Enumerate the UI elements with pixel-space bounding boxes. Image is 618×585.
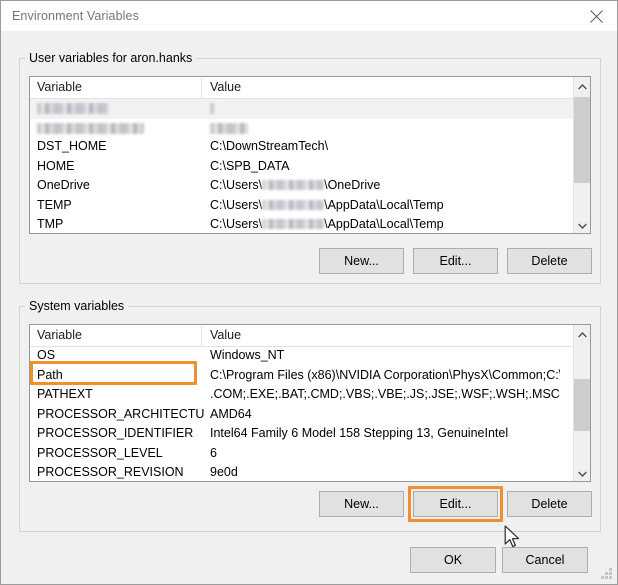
table-row[interactable]: OS Windows_NT [30, 347, 590, 367]
table-row[interactable]: DST_HOME C:\DownStreamTech\ [30, 138, 590, 158]
scrollbar-thumb[interactable] [574, 379, 590, 431]
redacted-variable-value [210, 122, 248, 134]
variable-value: C:\Users\ \OneDrive [210, 178, 560, 192]
table-row[interactable] [30, 119, 590, 139]
variable-value: Intel64 Family 6 Model 158 Stepping 13, … [210, 426, 509, 440]
user-delete-button[interactable]: Delete [507, 248, 592, 274]
table-row[interactable]: HOME C:\SPB_DATA [30, 158, 590, 178]
variable-name: Path [37, 367, 63, 382]
scroll-up-button[interactable] [574, 325, 590, 342]
resize-grip[interactable] [601, 568, 613, 580]
variable-name: PATHEXT [37, 387, 93, 401]
system-table-header: Variable Value [30, 325, 590, 347]
cancel-button[interactable]: Cancel [502, 547, 588, 573]
variable-value: C:\Users\ \AppData\Local\Temp [210, 217, 560, 231]
user-variables-table[interactable]: Variable Value DST_HOME C:\DownStreamTec… [29, 76, 591, 234]
variable-name: PROCESSOR_IDENTIFIER [37, 426, 194, 440]
system-new-button[interactable]: New... [319, 491, 404, 517]
variable-name: PROCESSOR_ARCHITECTURE [37, 406, 205, 421]
user-edit-button[interactable]: Edit... [413, 248, 498, 274]
scroll-up-button[interactable] [574, 77, 590, 94]
user-table-body: DST_HOME C:\DownStreamTech\ HOME C:\SPB_… [30, 99, 590, 233]
variable-name: PROCESSOR_REVISION [37, 465, 184, 479]
system-table-body: OS Windows_NT Path C:\Program Files (x86… [30, 347, 590, 481]
system-delete-button[interactable]: Delete [507, 491, 592, 517]
variable-value: C:\DownStreamTech\ [210, 139, 329, 153]
variable-value: AMD64 [210, 406, 252, 421]
table-row[interactable]: TEMP C:\Users\ \AppData\Local\Temp [30, 197, 590, 217]
user-variables-label: User variables for aron.hanks [25, 51, 197, 65]
system-column-header-value[interactable]: Value [210, 328, 241, 342]
variable-name: HOME [37, 158, 75, 173]
column-separator [201, 78, 202, 98]
user-new-button[interactable]: New... [319, 248, 404, 274]
user-column-header-value[interactable]: Value [210, 80, 241, 94]
redacted-username [262, 199, 325, 210]
chevron-down-icon [577, 216, 587, 234]
redacted-variable-name [37, 103, 109, 114]
environment-variables-dialog: Environment Variables User variables for… [0, 0, 618, 585]
window-title: Environment Variables [12, 9, 139, 23]
redacted-variable-name [37, 122, 144, 134]
variable-name: TEMP [37, 197, 72, 212]
table-row[interactable]: PROCESSOR_IDENTIFIER Intel64 Family 6 Mo… [30, 425, 590, 445]
redacted-username [262, 180, 325, 190]
close-button[interactable] [573, 1, 617, 31]
variable-name: DST_HOME [37, 139, 107, 153]
scroll-down-button[interactable] [574, 464, 590, 481]
table-row[interactable] [30, 99, 590, 119]
value-suffix: \AppData\Local\Temp [324, 217, 444, 231]
value-prefix: C:\Users\ [210, 197, 263, 212]
table-row[interactable]: TMP C:\Users\ \AppData\Local\Temp [30, 216, 590, 233]
variable-name: PROCESSOR_LEVEL [37, 445, 163, 460]
table-row[interactable]: OneDrive C:\Users\ \OneDrive [30, 177, 590, 197]
ok-button[interactable]: OK [410, 547, 496, 573]
system-table-scrollbar[interactable] [573, 325, 590, 481]
variable-value: 9e0d [210, 465, 238, 479]
variable-value: C:\Program Files (x86)\NVIDIA Corporatio… [210, 367, 560, 382]
system-variables-table[interactable]: Variable Value OS Windows_NT Path C:\Pro… [29, 324, 591, 482]
table-row[interactable]: PROCESSOR_ARCHITECTURE AMD64 [30, 406, 590, 426]
variable-value: .COM;.EXE;.BAT;.CMD;.VBS;.VBE;.JS;.JSE;.… [210, 387, 560, 401]
redacted-variable-value [210, 103, 215, 114]
variable-value: Windows_NT [210, 348, 285, 362]
variable-name: OS [37, 348, 56, 362]
chevron-down-icon [577, 464, 587, 482]
redacted-username [262, 219, 325, 229]
table-row-path[interactable]: Path C:\Program Files (x86)\NVIDIA Corpo… [30, 367, 590, 387]
title-bar: Environment Variables [1, 1, 617, 32]
system-edit-button[interactable]: Edit... [413, 491, 498, 517]
variable-value: 6 [210, 445, 217, 460]
variable-value: C:\SPB_DATA [210, 158, 290, 173]
system-column-header-variable[interactable]: Variable [37, 328, 82, 342]
close-x-icon [589, 9, 603, 23]
chevron-up-icon [577, 325, 587, 343]
value-suffix: \AppData\Local\Temp [324, 197, 444, 212]
scroll-down-button[interactable] [574, 216, 590, 233]
user-table-header: Variable Value [30, 77, 590, 99]
user-column-header-variable[interactable]: Variable [37, 80, 82, 94]
table-row[interactable]: PROCESSOR_LEVEL 6 [30, 445, 590, 465]
column-separator [201, 326, 202, 346]
value-prefix: C:\Users\ [210, 217, 263, 231]
value-prefix: C:\Users\ [210, 178, 263, 192]
variable-value: C:\Users\ \AppData\Local\Temp [210, 198, 560, 212]
user-table-scrollbar[interactable] [573, 77, 590, 233]
table-row[interactable]: PROCESSOR_REVISION 9e0d [30, 464, 590, 481]
variable-name: TMP [37, 217, 64, 231]
table-row[interactable]: PATHEXT .COM;.EXE;.BAT;.CMD;.VBS;.VBE;.J… [30, 386, 590, 406]
system-variables-label: System variables [25, 299, 129, 313]
value-suffix: \OneDrive [324, 178, 381, 192]
chevron-up-icon [577, 77, 587, 95]
variable-name: OneDrive [37, 178, 90, 192]
scrollbar-thumb[interactable] [574, 97, 590, 183]
